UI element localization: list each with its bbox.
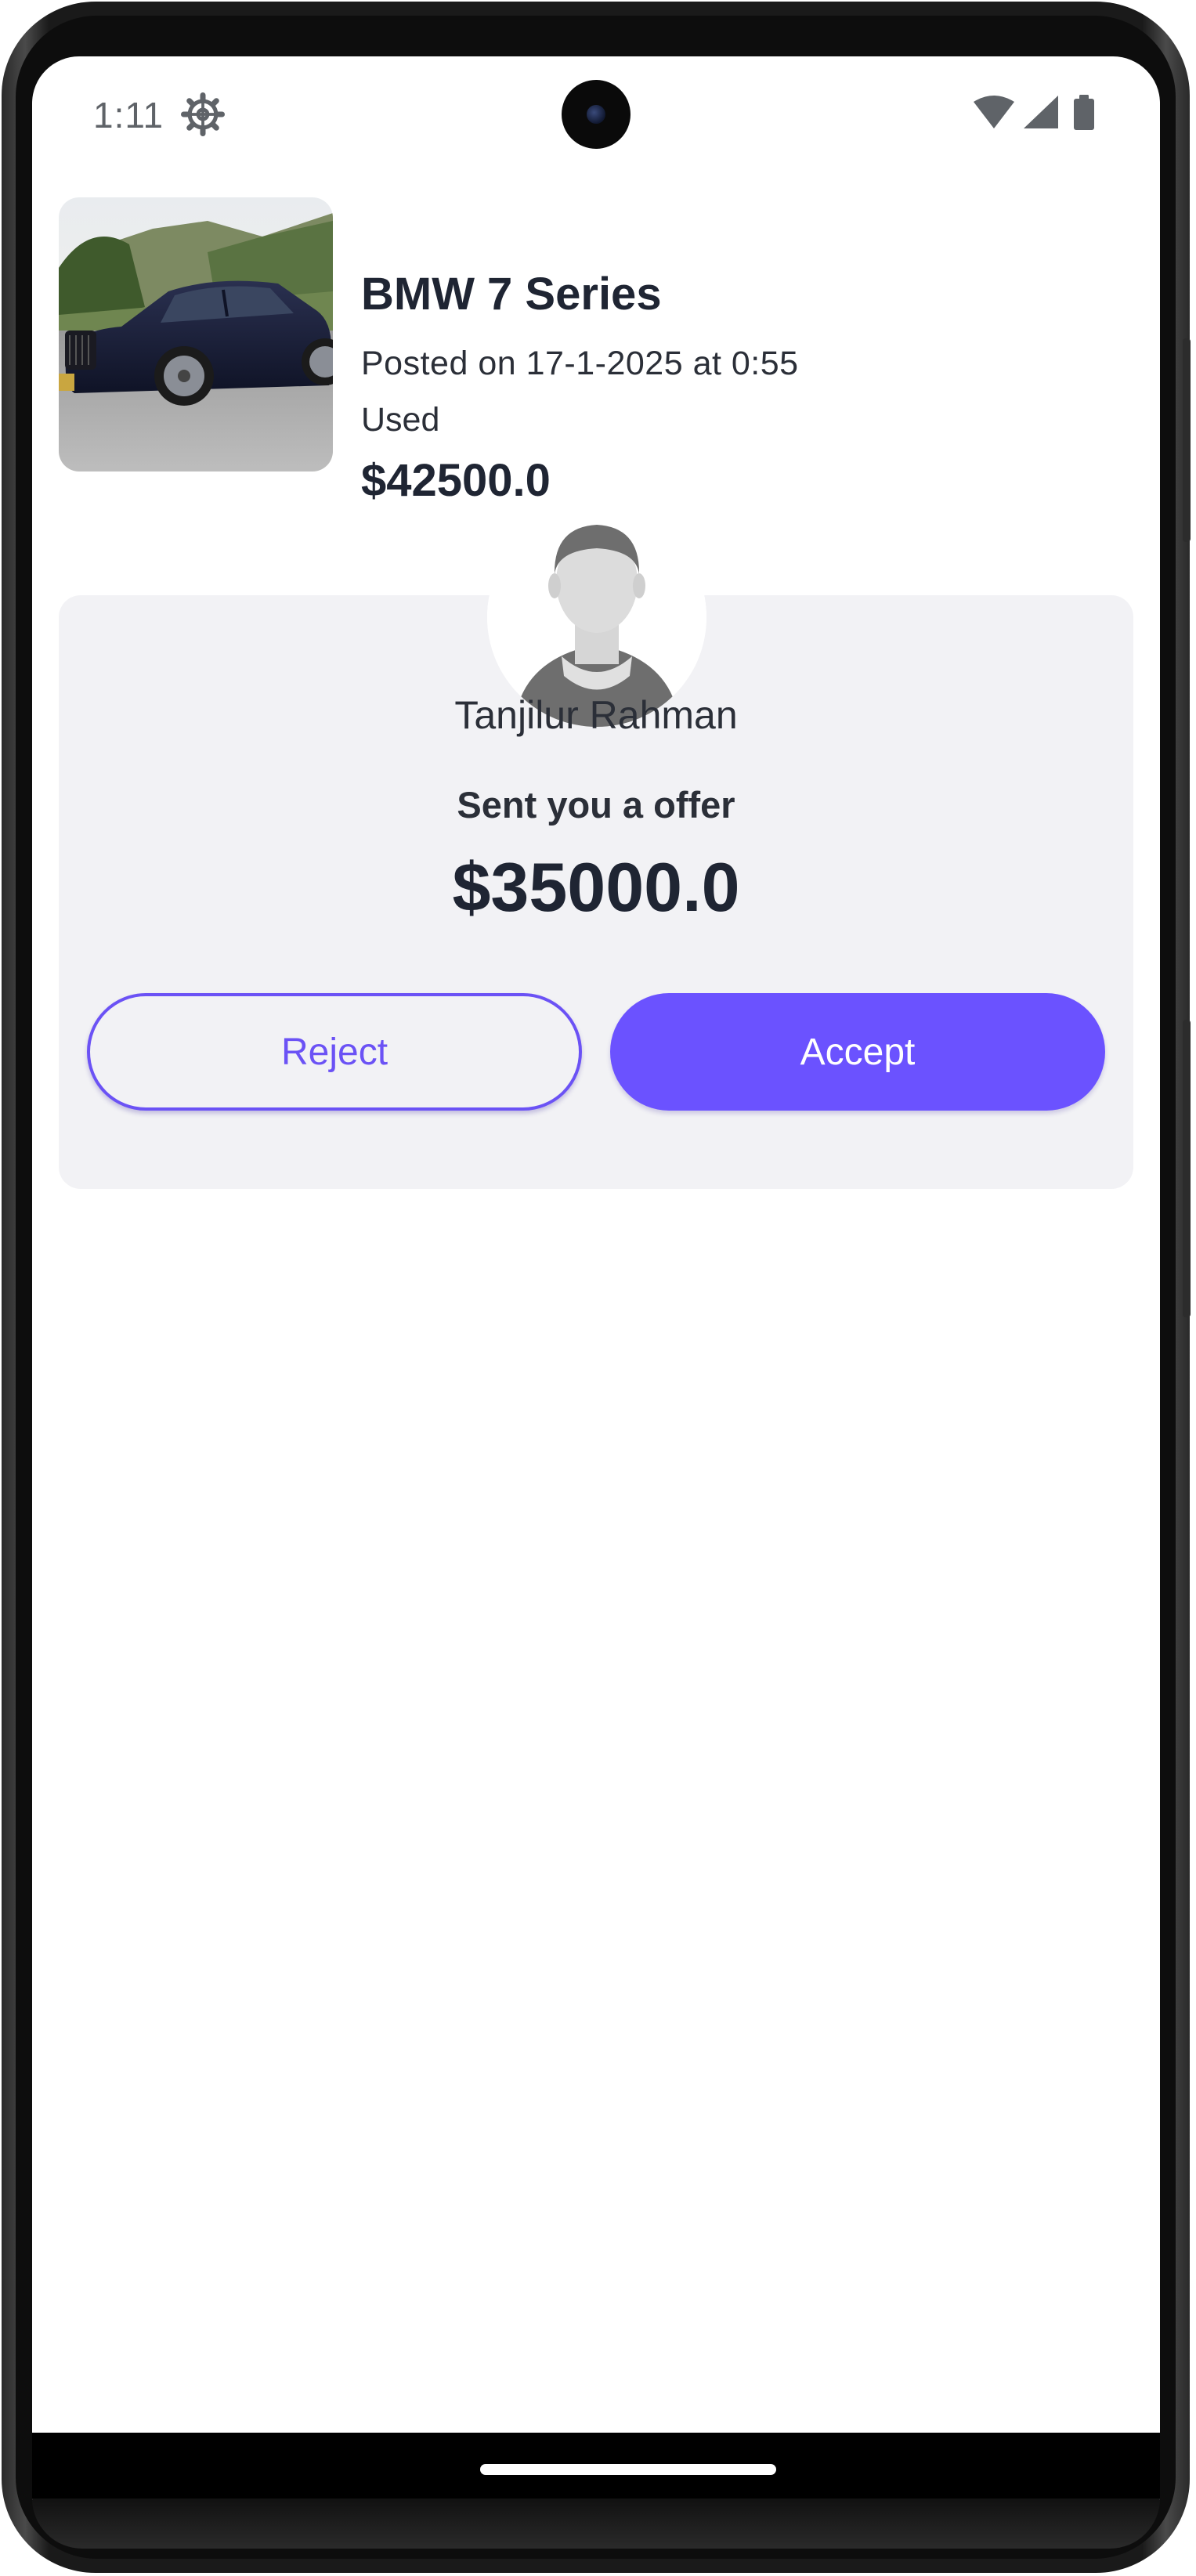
car-photo-image bbox=[59, 197, 333, 471]
listing-summary[interactable]: BMW 7 Series Posted on 17-1-2025 at 0:55… bbox=[59, 197, 1140, 506]
power-button bbox=[1183, 338, 1191, 542]
navigation-bar bbox=[32, 2433, 1160, 2498]
device-frame: 1:11 BMW 7 Series Posted on 17-1-2025 at… bbox=[0, 0, 1196, 2576]
battery-icon bbox=[1074, 95, 1094, 130]
reject-button[interactable]: Reject bbox=[87, 993, 582, 1111]
status-bar: 1:11 bbox=[32, 56, 1160, 174]
volume-button bbox=[1183, 1020, 1191, 1317]
front-camera bbox=[562, 80, 631, 149]
accept-button[interactable]: Accept bbox=[610, 993, 1105, 1111]
status-time: 1:11 bbox=[93, 95, 164, 135]
gear-icon bbox=[181, 92, 225, 136]
wifi-icon bbox=[974, 96, 1014, 128]
sender-name: Tanjilur Rahman bbox=[454, 693, 738, 737]
listing-title: BMW 7 Series bbox=[361, 269, 662, 320]
cellular-signal-icon bbox=[1024, 96, 1058, 128]
listing-condition: Used bbox=[361, 401, 440, 439]
listing-price: $42500.0 bbox=[361, 455, 551, 506]
offer-amount: $35000.0 bbox=[452, 848, 740, 926]
status-icons bbox=[974, 95, 1094, 130]
phone-chin bbox=[32, 2498, 1160, 2549]
offer-message: Sent you a offer bbox=[457, 784, 735, 826]
app-screen: 1:11 BMW 7 Series Posted on 17-1-2025 at… bbox=[32, 56, 1160, 2500]
camera-lens bbox=[587, 105, 605, 124]
listing-posted-date: Posted on 17-1-2025 at 0:55 bbox=[361, 345, 799, 382]
home-gesture-handle[interactable] bbox=[480, 2464, 776, 2475]
reject-button-label: Reject bbox=[280, 1031, 388, 1073]
car-photo bbox=[59, 197, 333, 471]
accept-button-label: Accept bbox=[800, 1031, 916, 1073]
